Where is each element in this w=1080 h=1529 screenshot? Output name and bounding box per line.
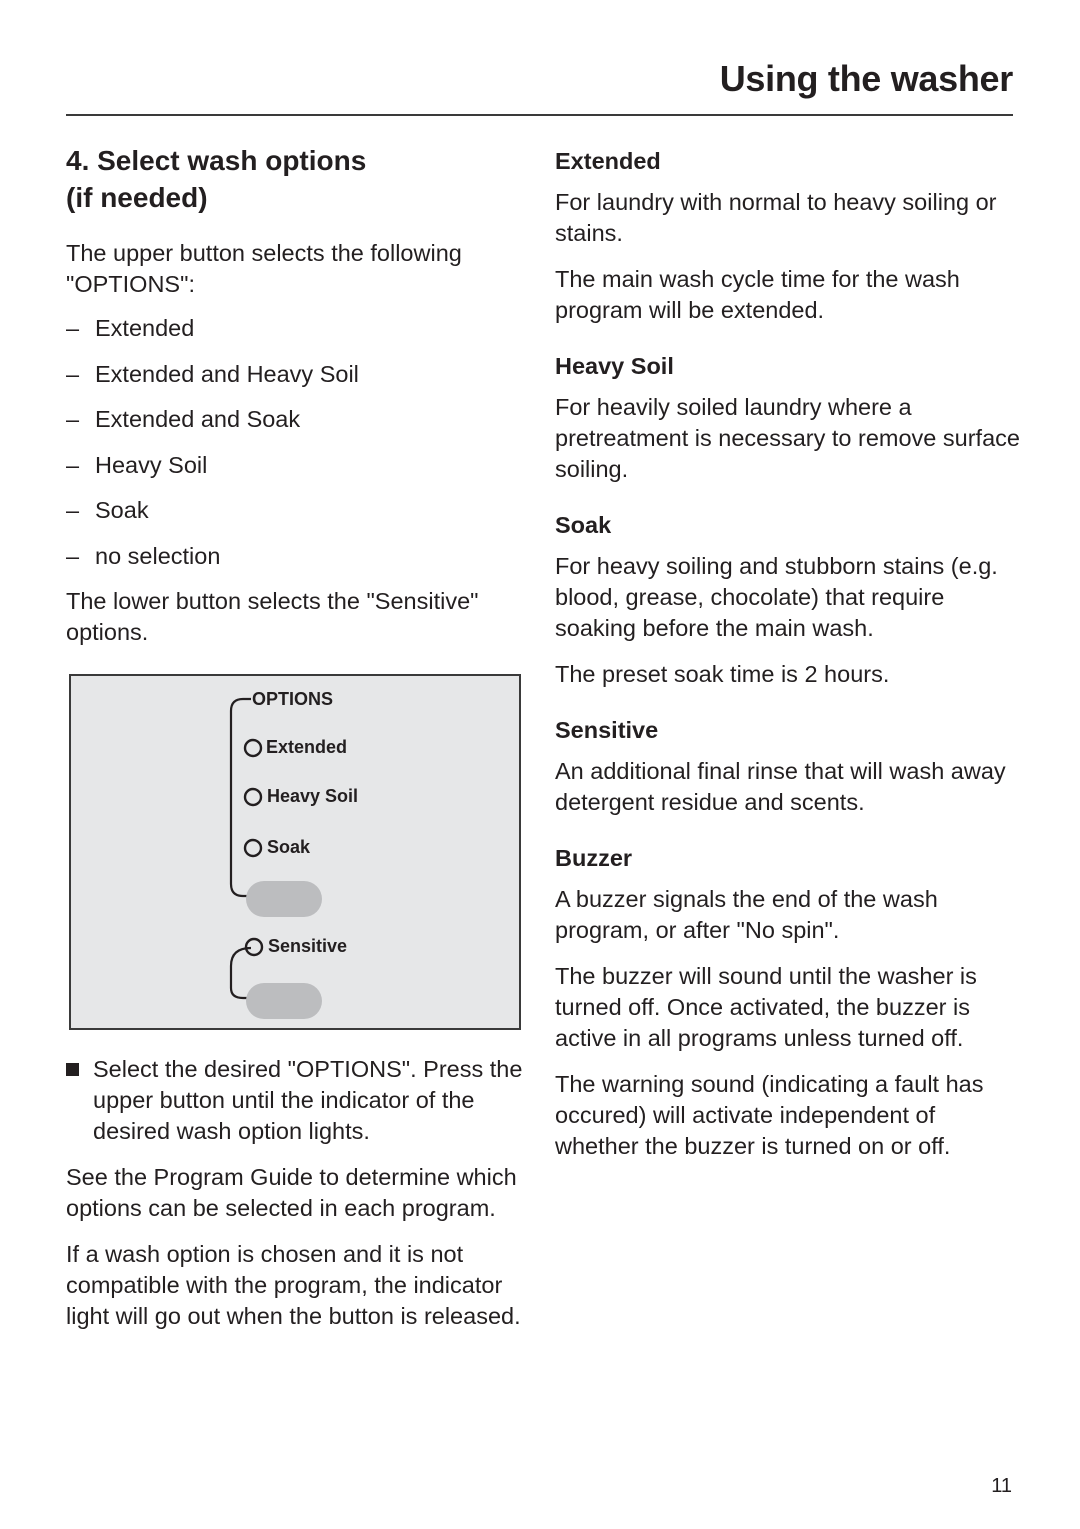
soak-label: Soak — [267, 837, 311, 857]
right-column: Extended For laundry with normal to heav… — [555, 146, 1025, 1177]
buzzer-heading: Buzzer — [555, 845, 633, 871]
program-guide-note: See the Program Guide to determine which… — [66, 1164, 517, 1221]
list-item: – no selection — [66, 541, 526, 572]
dash-marker: – — [66, 315, 80, 341]
buzzer-text-1: A buzzer signals the end of the wash pro… — [555, 886, 938, 943]
sensitive-section: Sensitive An additional final rinse that… — [555, 715, 1025, 818]
section-title: 4. Select wash options (if needed) — [66, 142, 526, 216]
extended-label: Extended — [266, 737, 348, 757]
list-item-text: Heavy Soil — [95, 451, 208, 478]
dash-marker: – — [66, 542, 80, 569]
list-item: – Extended and Heavy Soil — [66, 359, 526, 390]
list-item-text: no selection — [95, 542, 221, 569]
options-bracket — [229, 697, 251, 898]
soak-section: Soak For heavy soiling and stubborn stai… — [555, 510, 1025, 690]
list-item-text: Extended — [95, 315, 195, 341]
soak-text-1: For heavy soiling and stubborn stains (e… — [555, 553, 998, 641]
page-title: Using the washer — [719, 58, 1014, 99]
heavy-soil-text-1: For heavily soiled laundry where a pretr… — [555, 394, 1020, 482]
left-column: 4. Select wash options (if needed) The u… — [66, 142, 526, 1347]
heavy-soil-indicator-icon — [243, 787, 263, 807]
bullet-square-icon — [66, 1063, 79, 1076]
list-item-text: Extended and Soak — [95, 406, 301, 432]
upper-options-button[interactable] — [246, 881, 322, 917]
intro-text: The upper button selects the following "… — [66, 240, 462, 297]
control-panel-diagram: OPTIONS Extended Heavy Soil Soak Sensiti… — [69, 674, 521, 1030]
page-number: 11 — [991, 1475, 1012, 1497]
extended-text-1: For laundry with normal to heavy soiling… — [555, 189, 997, 246]
list-item: – Extended and Soak — [66, 404, 526, 435]
list-item: – Soak — [66, 495, 526, 526]
list-item-text: Soak — [95, 497, 149, 523]
extended-heading: Extended — [555, 148, 661, 174]
sensitive-heading: Sensitive — [555, 717, 659, 743]
heavy-soil-heading: Heavy Soil — [555, 353, 674, 379]
dash-marker: – — [66, 360, 80, 387]
soak-heading: Soak — [555, 512, 612, 538]
options-group-label: OPTIONS — [252, 689, 334, 709]
page-header: Using the washer — [66, 58, 1013, 116]
section-title-line1: 4. Select wash options — [66, 145, 367, 176]
soak-text-2: The preset soak time is 2 hours. — [555, 661, 890, 687]
sensitive-text-1: An additional final rinse that will wash… — [555, 758, 1006, 815]
options-list: – Extended – Extended and Heavy Soil – Exte… — [66, 313, 526, 572]
section-title-line2: (if needed) — [66, 182, 208, 213]
buzzer-section: Buzzer A buzzer signals the end of the w… — [555, 843, 1025, 1162]
list-item: – Extended — [66, 313, 526, 344]
lower-sensitive-button[interactable] — [246, 983, 322, 1019]
extended-text-2: The main wash cycle time for the wash pr… — [555, 266, 960, 323]
sensitive-label: Sensitive — [268, 936, 348, 956]
buzzer-text-2: The buzzer will sound until the washer i… — [555, 963, 977, 1051]
list-item: – Heavy Soil — [66, 450, 526, 481]
soak-indicator-icon — [243, 838, 263, 858]
instruction-step: Select the desired "OPTIONS". Press the … — [66, 1054, 526, 1147]
sensitive-bracket — [229, 946, 252, 1000]
extended-section: Extended For laundry with normal to heav… — [555, 146, 1025, 326]
heavy-soil-section: Heavy Soil For heavily soiled laundry wh… — [555, 351, 1025, 485]
dash-marker: – — [66, 497, 80, 523]
list-item-text: Extended and Heavy Soil — [95, 360, 359, 387]
heavy-soil-label: Heavy Soil — [267, 786, 359, 806]
instruction-step-text: Select the desired "OPTIONS". Press the … — [93, 1056, 523, 1144]
dash-marker: – — [66, 451, 80, 478]
lower-button-text: The lower button selects the "Sensitive"… — [66, 588, 479, 645]
incompatible-note: If a wash option is chosen and it is not… — [66, 1241, 521, 1329]
buzzer-text-3: The warning sound (indicating a fault ha… — [555, 1071, 984, 1159]
extended-indicator-icon — [243, 738, 263, 758]
dash-marker: – — [66, 406, 80, 432]
